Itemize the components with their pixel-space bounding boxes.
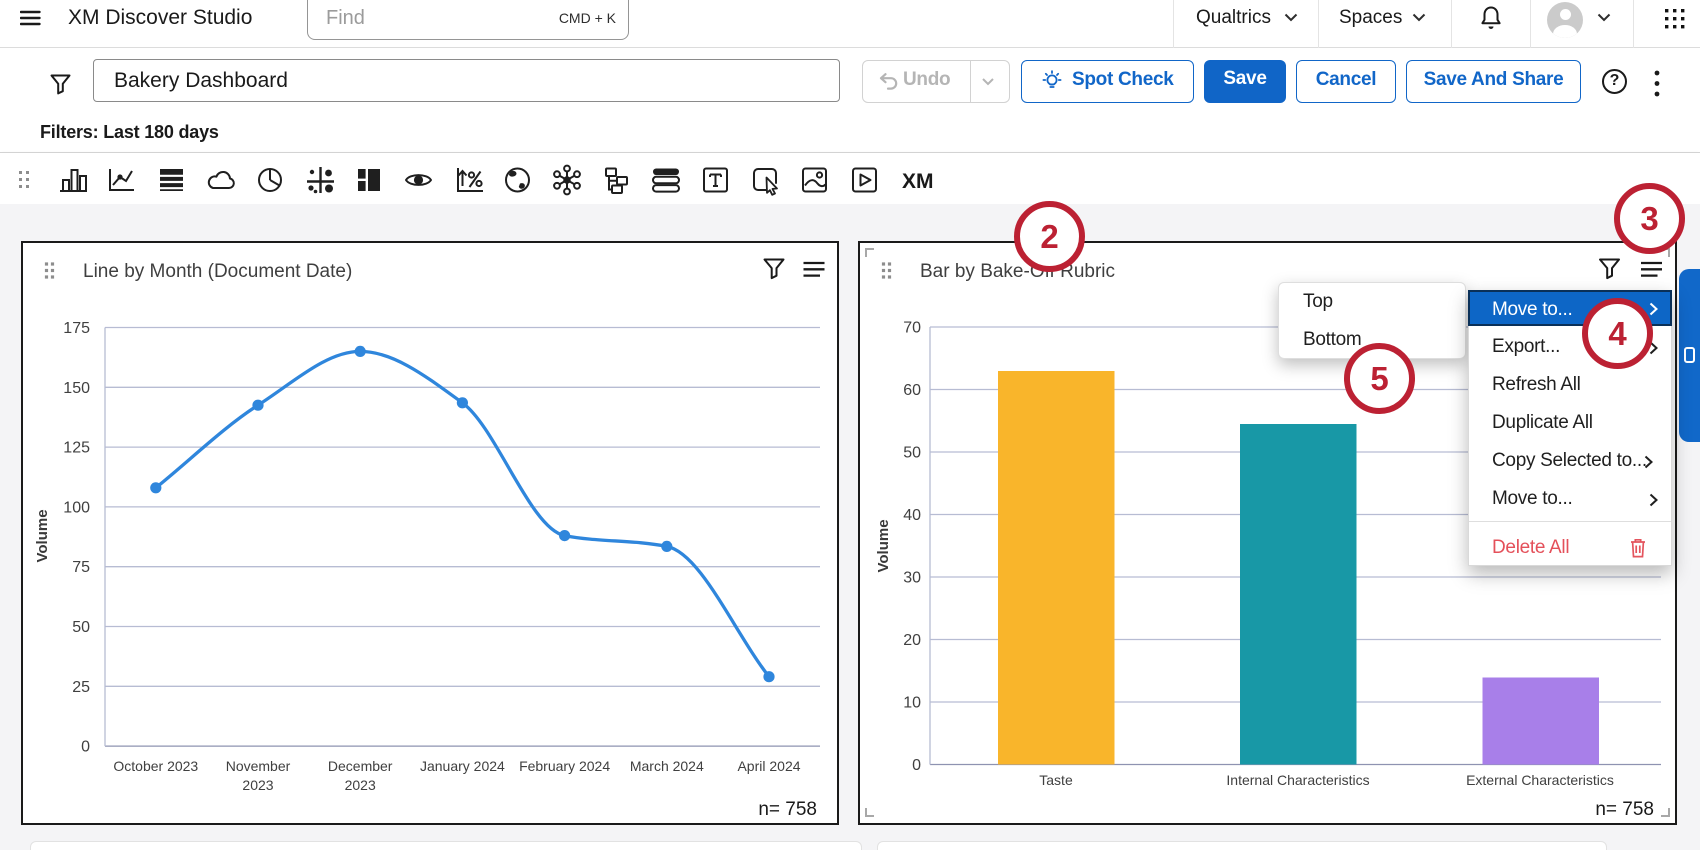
svg-text:March 2024: March 2024 <box>630 758 704 774</box>
svg-text:125: 125 <box>63 440 90 457</box>
svg-text:175: 175 <box>63 320 90 337</box>
svg-text:Internal Characteristics: Internal Characteristics <box>1226 772 1369 788</box>
svg-text:October 2023: October 2023 <box>113 758 198 774</box>
svg-text:10: 10 <box>903 695 921 712</box>
svg-text:January 2024: January 2024 <box>420 758 505 774</box>
svg-text:n= 758: n= 758 <box>1595 799 1654 820</box>
svg-text:n= 758: n= 758 <box>758 799 817 820</box>
svg-text:40: 40 <box>903 507 921 524</box>
svg-text:April 2024: April 2024 <box>737 758 800 774</box>
svg-text:Line by Month (Document Date): Line by Month (Document Date) <box>83 261 352 282</box>
svg-text:Volume: Volume <box>34 509 51 562</box>
svg-text:20: 20 <box>903 632 921 649</box>
svg-text:50: 50 <box>72 619 90 636</box>
svg-text:150: 150 <box>63 380 90 397</box>
svg-text:Taste: Taste <box>1039 772 1073 788</box>
svg-text:Volume: Volume <box>875 519 892 572</box>
svg-text:Bar by Bake-Off Rubric: Bar by Bake-Off Rubric <box>920 261 1115 282</box>
svg-text:75: 75 <box>72 559 90 576</box>
svg-text:0: 0 <box>81 739 90 756</box>
svg-text:External Characteristics: External Characteristics <box>1466 772 1614 788</box>
svg-text:100: 100 <box>63 499 90 516</box>
svg-text:30: 30 <box>903 570 921 587</box>
svg-text:2023: 2023 <box>242 777 273 793</box>
svg-text:0: 0 <box>912 757 921 774</box>
svg-text:February 2024: February 2024 <box>519 758 610 774</box>
svg-text:2023: 2023 <box>345 777 376 793</box>
svg-text:50: 50 <box>903 445 921 462</box>
svg-text:December: December <box>328 758 393 774</box>
svg-text:70: 70 <box>903 320 921 337</box>
svg-text:25: 25 <box>72 679 90 696</box>
svg-text:November: November <box>226 758 291 774</box>
svg-text:60: 60 <box>903 382 921 399</box>
